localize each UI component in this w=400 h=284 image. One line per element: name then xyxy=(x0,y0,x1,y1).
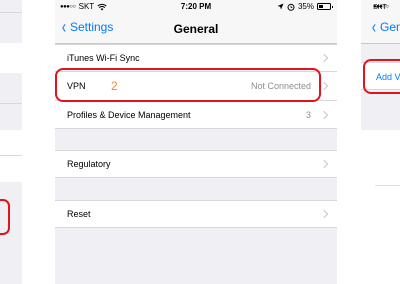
navigation-bar: ‹ Gen xyxy=(361,13,400,44)
divider xyxy=(0,103,22,104)
battery-icon xyxy=(317,3,333,10)
chevron-left-icon: ‹ xyxy=(371,17,377,37)
alarm-clock-icon xyxy=(287,3,295,11)
chevron-right-icon xyxy=(319,110,329,119)
chevron-right-icon xyxy=(319,81,329,91)
highlight-box xyxy=(0,199,10,235)
divider xyxy=(0,12,22,13)
reset-label: Reset xyxy=(67,209,91,219)
carrier-label: SKT xyxy=(373,4,387,11)
chevron-right-icon xyxy=(319,209,329,219)
battery-percentage: 35% xyxy=(297,2,314,11)
regulatory-label: Regulatory xyxy=(67,159,111,169)
chevron-right-icon xyxy=(319,53,329,63)
right-partial-screen: ●●●○○ SKT ‹ Gen Add V xyxy=(361,0,400,284)
back-button[interactable]: ‹ Gen xyxy=(371,17,400,37)
divider xyxy=(375,185,400,186)
back-button-label: Gen xyxy=(380,20,400,34)
itunes-wifi-sync-label: iTunes Wi-Fi Sync xyxy=(67,53,140,63)
profiles-count: 3 xyxy=(305,109,311,120)
chevron-right-icon xyxy=(319,159,329,169)
page-title: General xyxy=(173,22,219,36)
list-item xyxy=(0,130,22,182)
profiles-label: Profiles & Device Management xyxy=(67,109,191,120)
general-settings-screen: ●●●○○ SKT 7:20 PM 35% ‹ Settings General… xyxy=(55,0,337,284)
navigation-bar: ‹ Settings General xyxy=(55,13,337,44)
reset-row[interactable]: Reset xyxy=(55,200,337,228)
location-arrow-icon xyxy=(277,3,284,10)
left-partial-screen xyxy=(0,0,22,284)
status-bar: ●●●○○ SKT 7:20 PM 35% xyxy=(55,0,337,13)
vpn-highlight-box xyxy=(55,68,321,102)
list-item xyxy=(0,43,22,73)
profiles-device-management-row[interactable]: Profiles & Device Management 3 xyxy=(55,101,337,129)
regulatory-row[interactable]: Regulatory xyxy=(55,150,337,178)
step-number: 2 xyxy=(111,79,118,93)
status-bar: ●●●○○ SKT xyxy=(361,0,400,13)
divider xyxy=(0,155,22,156)
highlight-box xyxy=(363,59,400,94)
blank-area xyxy=(361,130,400,284)
